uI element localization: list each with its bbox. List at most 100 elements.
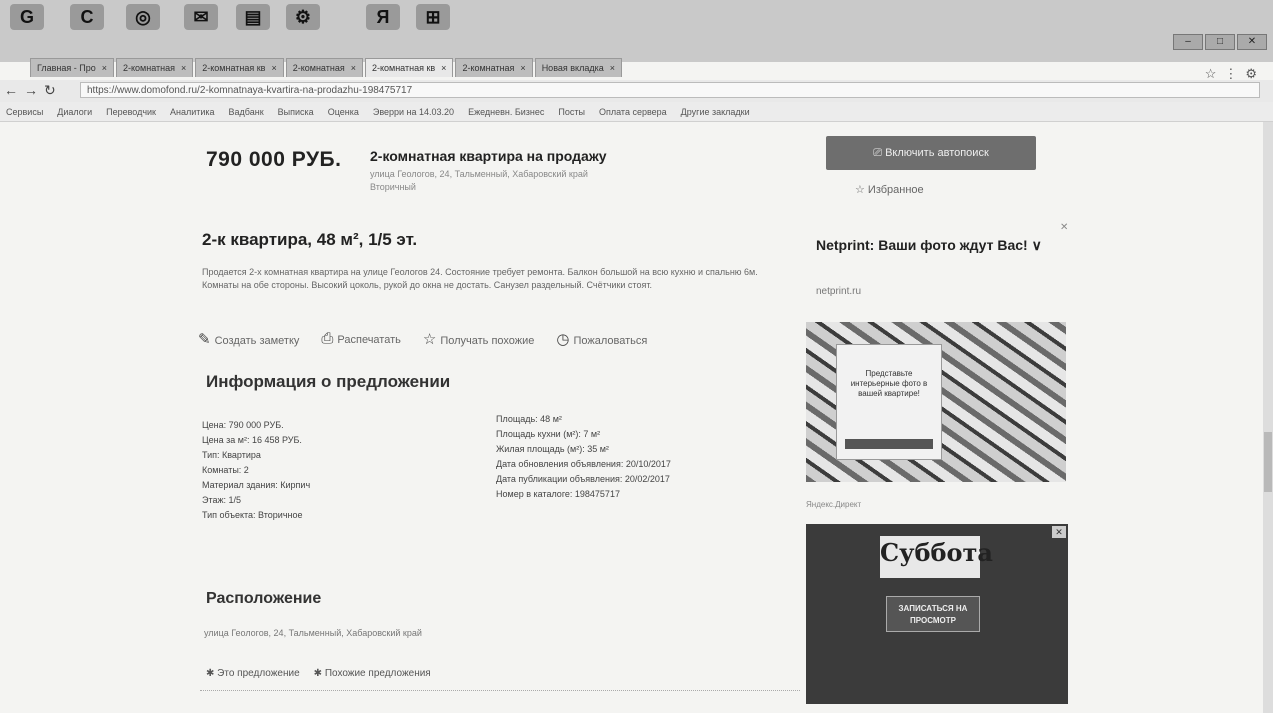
bookmark-item[interactable]: Посты bbox=[558, 102, 585, 121]
similar-offers-link[interactable]: ✱ Похожие предложения bbox=[314, 668, 431, 679]
pin-icon: ✱ bbox=[206, 668, 218, 679]
bookmark-item[interactable]: Другие закладки bbox=[681, 102, 750, 121]
bookmark-item[interactable]: Эверри на 14.03.20 bbox=[373, 102, 454, 121]
divider bbox=[200, 690, 800, 701]
info-item: Цена за м²: 16 458 РУБ. bbox=[202, 435, 302, 445]
ad-card: Представьте интерьерные фото в вашей ква… bbox=[836, 344, 942, 460]
info-item: Дата публикации объявления: 20/02/2017 bbox=[496, 474, 670, 484]
close-tab-icon[interactable]: × bbox=[520, 63, 525, 73]
close-tab-icon[interactable]: × bbox=[181, 63, 186, 73]
print-button[interactable]: ⎙ Распечатать bbox=[321, 330, 400, 348]
create-note-button[interactable]: ✎ Создать заметку bbox=[198, 330, 299, 348]
browser-tab-active[interactable]: 2-комнатная кв × bbox=[364, 58, 454, 77]
favorite-button[interactable]: ☆ Избранное bbox=[855, 183, 924, 196]
address-row: ←→↻ https://www.domofond.ru/2-komnatnaya… bbox=[0, 80, 1273, 103]
close-tab-icon[interactable]: × bbox=[351, 63, 356, 73]
get-similar-button[interactable]: ☆ Получать похожие bbox=[423, 330, 535, 348]
clock-icon: ◷ bbox=[556, 331, 570, 348]
info-item: Этаж: 1/5 bbox=[202, 495, 242, 505]
app-icon-3[interactable]: ◎ bbox=[126, 4, 160, 30]
app-icon-2[interactable]: С bbox=[70, 4, 104, 30]
info-item: Площадь кухни (м²): 7 м² bbox=[496, 429, 601, 439]
bookmark-item[interactable]: Аналитика bbox=[170, 102, 215, 121]
menu-dots-icon[interactable]: ⋮ bbox=[1224, 66, 1245, 81]
location-address: улица Геологов, 24, Тальменный, Хабаровс… bbox=[204, 628, 422, 638]
info-heading: Информация о предложении bbox=[206, 372, 451, 391]
bookmarks-bar: Сервисы Диалоги Переводчик Аналитика Bад… bbox=[0, 102, 1273, 122]
forward-arrow-icon[interactable]: → bbox=[24, 82, 44, 98]
banner-ad[interactable]: ✕ Суббота ЗАПИСАТЬСЯ НА ПРОСМОТР bbox=[806, 524, 1068, 704]
app-icon-6[interactable]: ⚙ bbox=[286, 4, 320, 30]
info-item: Цена: 790 000 РУБ. bbox=[202, 420, 284, 430]
info-right-column: Площадь: 48 м² Площадь кухни (м²): 7 м² … bbox=[496, 412, 671, 502]
info-item: Площадь: 48 м² bbox=[496, 414, 562, 424]
info-item: Дата обновления объявления: 20/10/2017 bbox=[496, 459, 671, 469]
bookmark-item[interactable]: Переводчик bbox=[106, 102, 156, 121]
close-tab-icon[interactable]: × bbox=[441, 63, 446, 73]
this-offer-link[interactable]: ✱ Это предложение bbox=[206, 668, 300, 679]
info-item: Номер в каталоге: 198475717 bbox=[496, 489, 620, 499]
close-tab-icon[interactable]: × bbox=[102, 63, 107, 73]
listing-title: 2-комнатная квартира на продажу bbox=[370, 148, 607, 164]
app-icon-4[interactable]: ✉ bbox=[184, 4, 218, 30]
settings-icon[interactable]: ⚙ bbox=[1245, 66, 1265, 81]
ad-title[interactable]: Netprint: Ваши фото ждут Вас! ∨ bbox=[816, 236, 1046, 254]
nav-buttons: ←→↻ bbox=[4, 82, 62, 99]
star-icon[interactable]: ☆ bbox=[1205, 66, 1225, 81]
ad-image[interactable]: Представьте интерьерные фото в вашей ква… bbox=[806, 322, 1066, 482]
ad-card-button bbox=[845, 439, 933, 449]
window-controls: – □ ✕ bbox=[1173, 34, 1267, 50]
close-tab-icon[interactable]: × bbox=[271, 63, 276, 73]
listing-price: 790 000 РУБ. bbox=[206, 148, 342, 171]
app-icon-5[interactable]: ▤ bbox=[236, 4, 270, 30]
banner-button[interactable]: ЗАПИСАТЬСЯ НА ПРОСМОТР bbox=[886, 596, 980, 632]
page-scrollbar[interactable] bbox=[1263, 122, 1273, 713]
pencil-icon: ✎ bbox=[198, 331, 211, 348]
bookmark-item[interactable]: Оценка bbox=[328, 102, 359, 121]
listing-description: Продается 2-х комнатная квартира на улиц… bbox=[202, 267, 758, 290]
address-bar[interactable]: https://www.domofond.ru/2-komnatnaya-kva… bbox=[80, 82, 1260, 98]
listing-address: улица Геологов, 24, Тальменный, Хабаровс… bbox=[370, 169, 588, 192]
app-icon-7[interactable]: Я bbox=[366, 4, 400, 30]
ad-site[interactable]: netprint.ru bbox=[816, 286, 861, 297]
listing-actions: ✎ Создать заметку ⎙ Распечатать ☆ Получать … bbox=[198, 330, 647, 348]
info-item: Тип объекта: Вторичное bbox=[202, 510, 303, 520]
pin-icon: ✱ bbox=[313, 668, 325, 679]
browser-tab[interactable]: Главная - Про × bbox=[30, 58, 114, 77]
location-links: ✱ Это предложение ✱ Похожие предложения bbox=[206, 668, 431, 679]
app-icon-8[interactable]: ⊞ bbox=[416, 4, 450, 30]
info-item: Комнаты: 2 bbox=[202, 465, 249, 475]
browser-tab[interactable]: 2-комнатная × bbox=[455, 58, 533, 77]
bookmark-item[interactable]: Оплата сервера bbox=[599, 102, 667, 121]
browser-window-titlebar: G С ◎ ✉ ▤ ⚙ Я ⊞ – □ ✕ bbox=[0, 0, 1273, 62]
info-left-column: Цена: 790 000 РУБ. Цена за м²: 16 458 РУ… bbox=[202, 418, 310, 523]
auto-search-button[interactable]: ⎚ Включить автопоиск bbox=[826, 136, 1036, 170]
info-item: Материал здания: Кирпич bbox=[202, 480, 311, 490]
close-window-icon[interactable]: ✕ bbox=[1237, 34, 1267, 50]
back-arrow-icon[interactable]: ← bbox=[4, 82, 24, 98]
bookmark-item[interactable]: Bыписка bbox=[278, 102, 314, 121]
bookmark-item[interactable]: Ежедневн. Бизнес bbox=[468, 102, 544, 121]
star-icon: ☆ bbox=[855, 184, 868, 196]
ad-close-icon[interactable]: ✕ bbox=[1060, 222, 1068, 233]
ad-label: Яндекс.Директ bbox=[806, 500, 862, 509]
ad-close-icon[interactable]: ✕ bbox=[1052, 526, 1066, 538]
reload-icon[interactable]: ↻ bbox=[44, 82, 62, 98]
browser-tab[interactable]: Новая вкладка × bbox=[534, 58, 622, 77]
report-button[interactable]: ◷ Пожаловаться bbox=[556, 330, 647, 348]
bookmark-item[interactable]: Диалоги bbox=[57, 102, 92, 121]
info-item: Тип: Квартира bbox=[202, 450, 261, 460]
bell-icon: ⎚ bbox=[873, 147, 886, 159]
location-heading: Расположение bbox=[206, 590, 322, 607]
browser-tab[interactable]: 2-комнатная × bbox=[116, 58, 194, 77]
scrollbar-thumb[interactable] bbox=[1264, 432, 1272, 492]
browser-tab[interactable]: 2-комнатная кв × bbox=[195, 58, 284, 77]
minimize-icon[interactable]: – bbox=[1173, 34, 1203, 50]
maximize-icon[interactable]: □ bbox=[1205, 34, 1235, 50]
close-tab-icon[interactable]: × bbox=[610, 63, 615, 73]
browser-tab[interactable]: 2-комнатная × bbox=[285, 58, 363, 77]
printer-icon: ⎙ bbox=[321, 330, 334, 347]
bookmark-item[interactable]: Bадбанк bbox=[229, 102, 264, 121]
app-icon-1[interactable]: G bbox=[10, 4, 44, 30]
bookmark-item[interactable]: Сервисы bbox=[6, 102, 43, 121]
